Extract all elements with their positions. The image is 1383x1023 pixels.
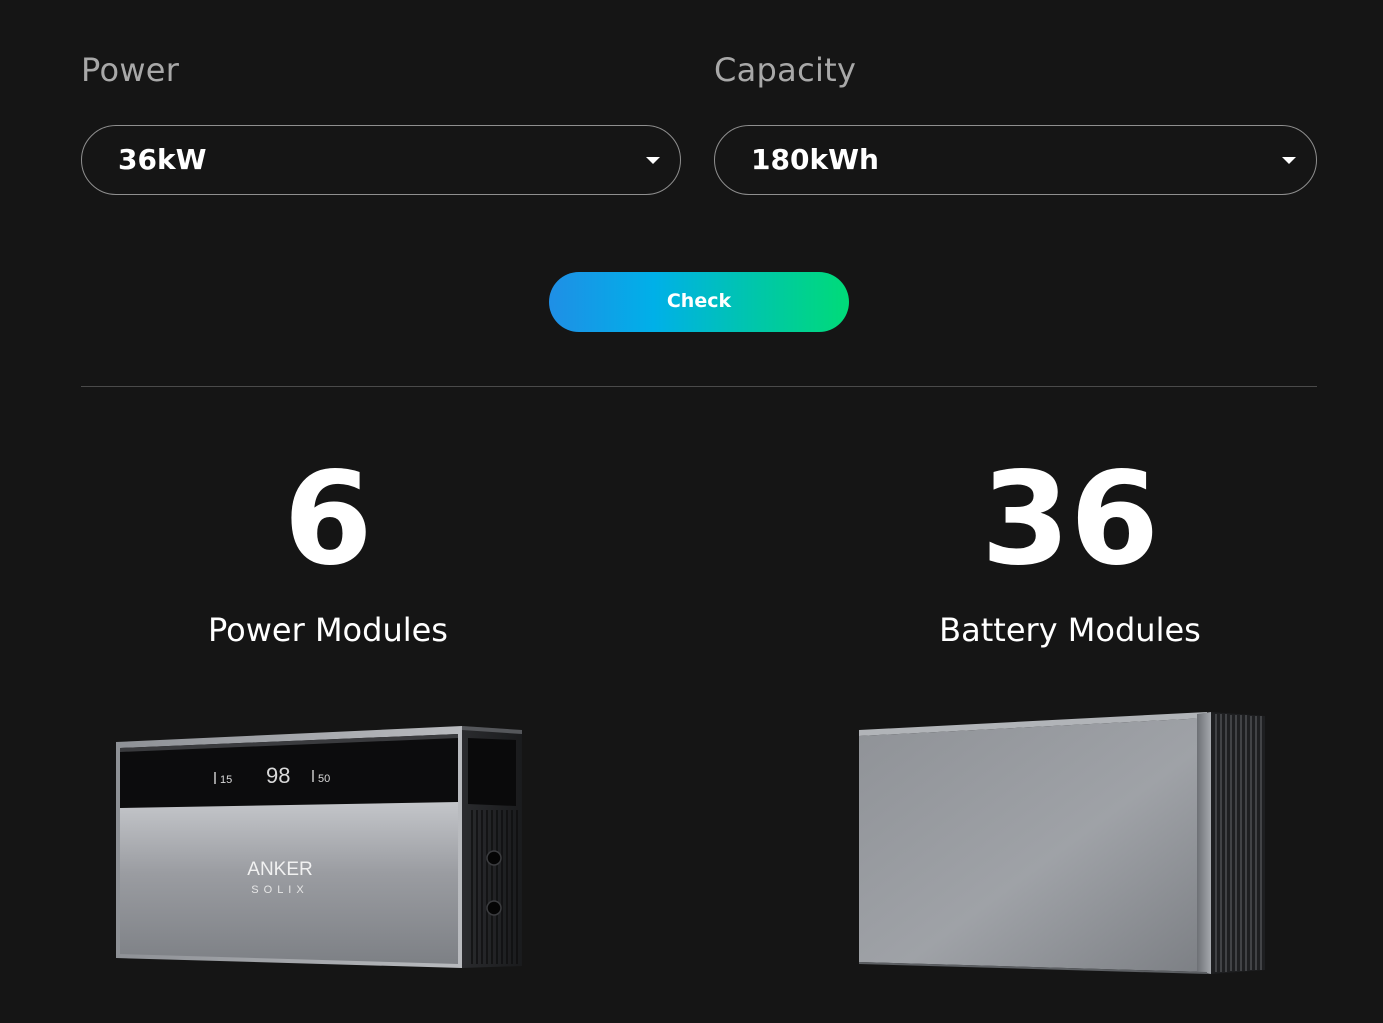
- check-button[interactable]: Check: [549, 272, 849, 332]
- power-module-image: 15 98 50 ANKER SOLIX: [116, 726, 522, 968]
- battery-modules-label: Battery Modules: [939, 611, 1201, 649]
- battery-modules-count: 36: [980, 445, 1160, 594]
- display-readout-right: 50: [318, 773, 330, 785]
- divider: [81, 386, 1317, 387]
- power-label: Power: [81, 51, 180, 89]
- chevron-down-icon: [646, 157, 660, 164]
- power-modules-count: 6: [283, 445, 373, 594]
- battery-module-image: [859, 712, 1265, 974]
- display-readout-left: 15: [220, 774, 232, 786]
- brand-sub-text: SOLIX: [251, 884, 308, 896]
- chevron-down-icon: [1282, 157, 1296, 164]
- power-select-value: 36kW: [118, 143, 207, 176]
- brand-logo-text: ANKER: [247, 859, 312, 880]
- display-readout-center: 98: [266, 763, 290, 788]
- power-modules-label: Power Modules: [208, 611, 448, 649]
- capacity-select[interactable]: 180kWh: [714, 125, 1317, 195]
- capacity-select-value: 180kWh: [751, 143, 879, 176]
- power-select[interactable]: 36kW: [81, 125, 681, 195]
- capacity-label: Capacity: [714, 51, 857, 89]
